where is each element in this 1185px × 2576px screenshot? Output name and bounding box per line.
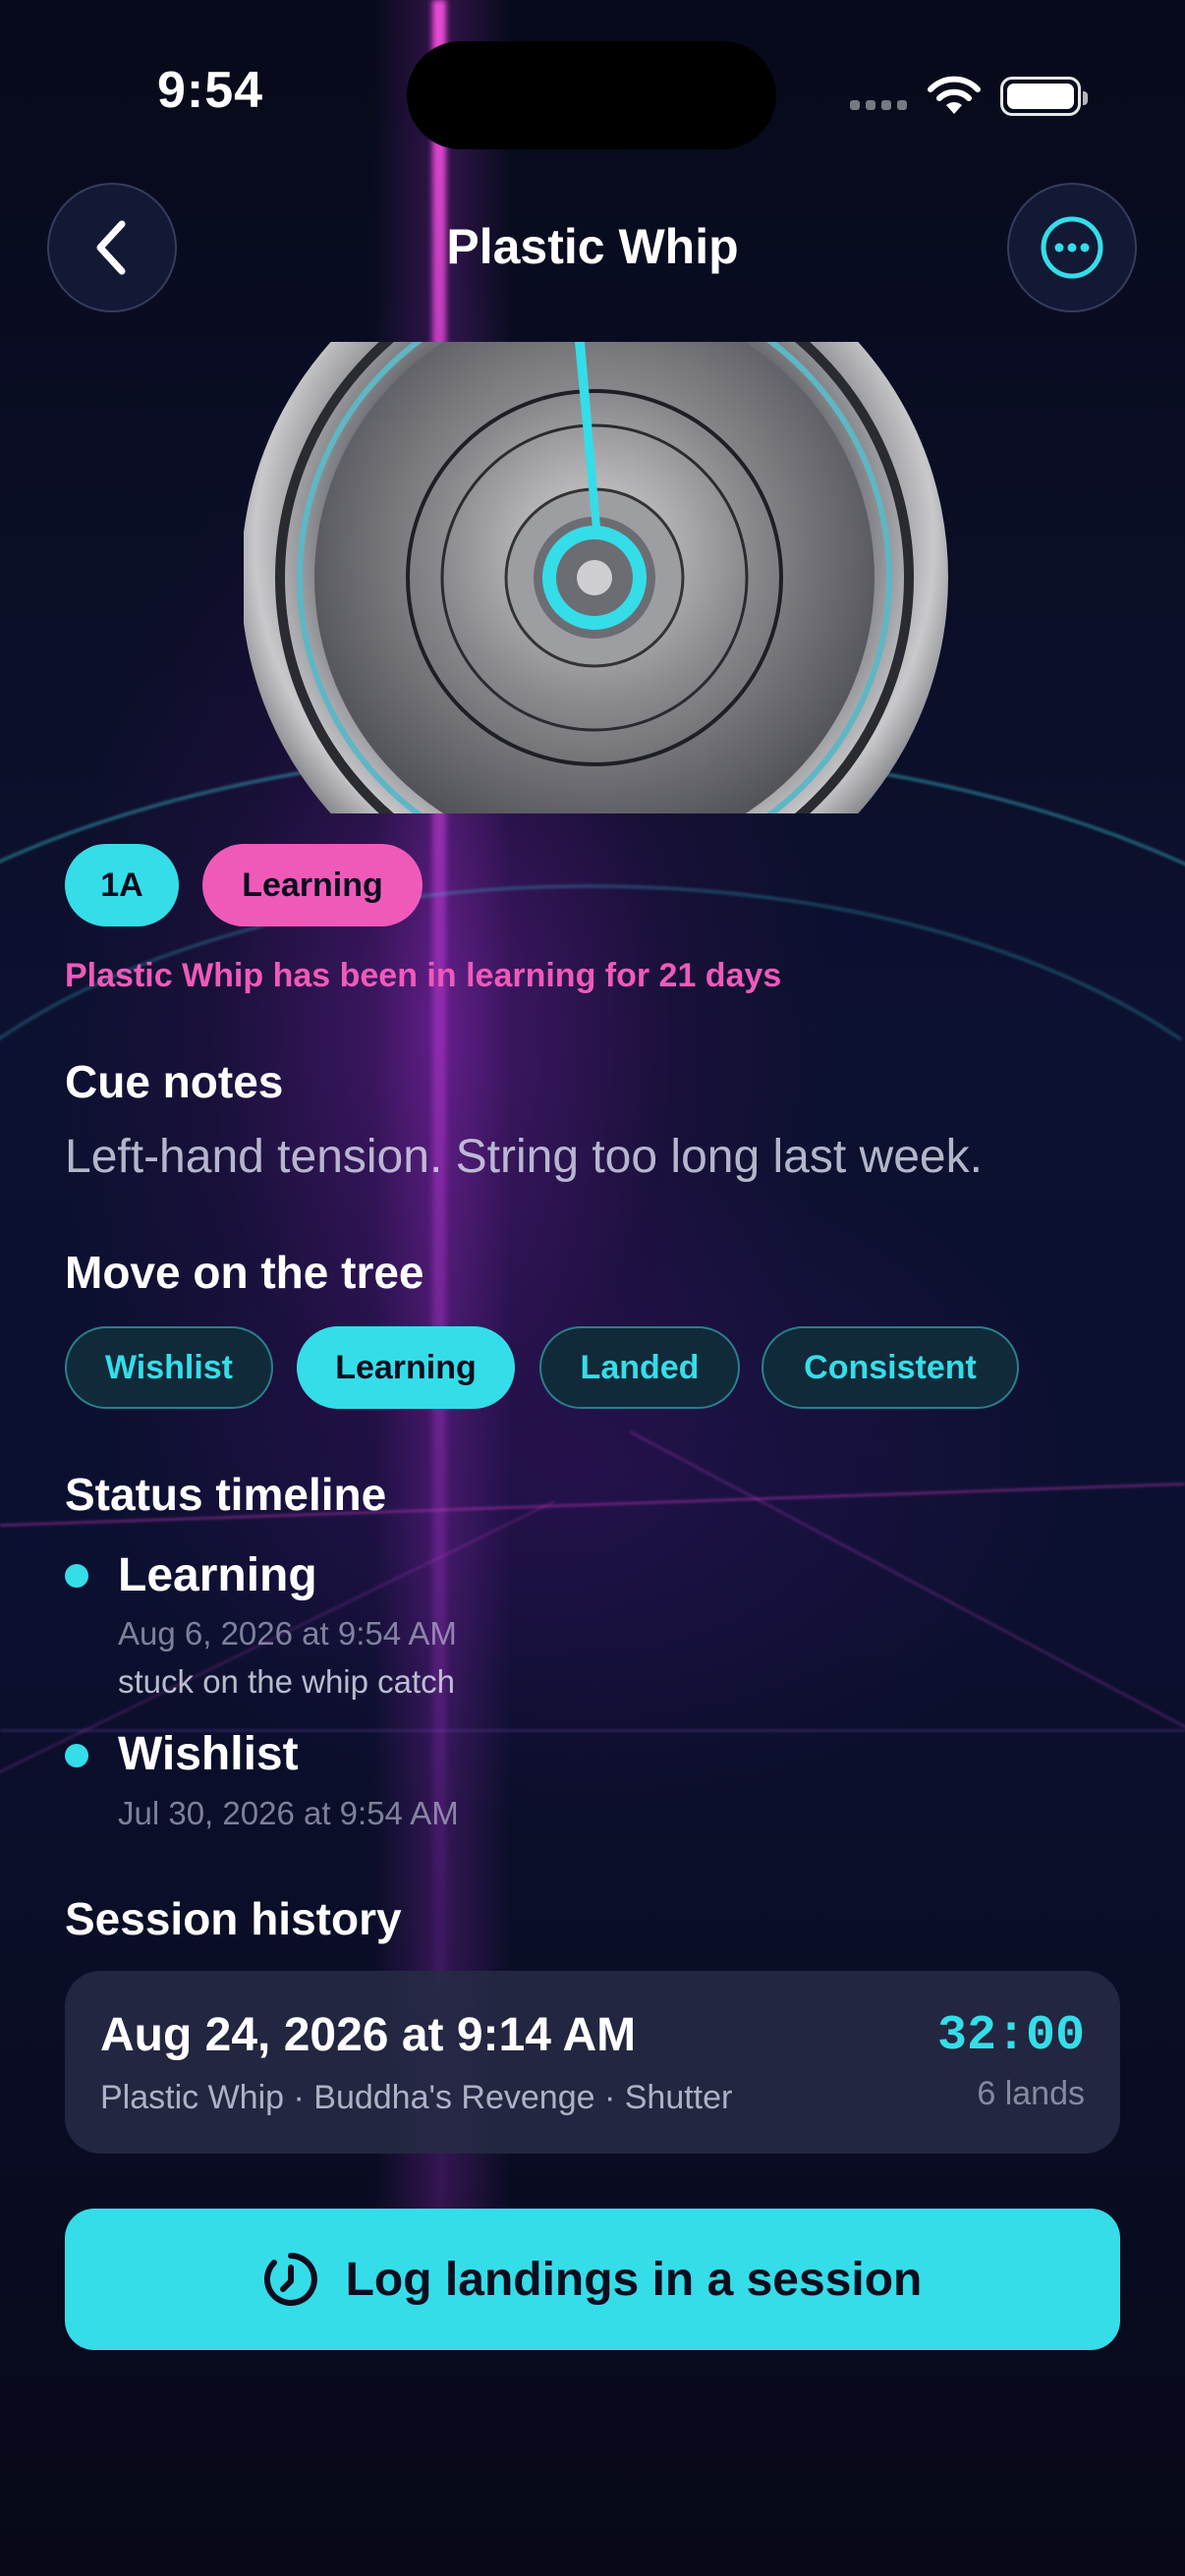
ellipsis-circle-icon (1041, 216, 1103, 279)
timeline-date: Aug 6, 2026 at 9:54 AM (118, 1615, 457, 1652)
more-options-button[interactable] (1007, 183, 1137, 312)
timeline-status: Wishlist (118, 1728, 299, 1780)
timeline-date: Jul 30, 2026 at 9:54 AM (118, 1795, 459, 1831)
cellular-signal-icon (850, 100, 907, 110)
session-date: Aug 24, 2026 at 9:14 AM (100, 2009, 637, 2061)
learning-duration-text: Plastic Whip has been in learning for 21… (65, 957, 782, 994)
session-tricks: Plastic Whip · Buddha's Revenge · Shutte… (100, 2079, 733, 2116)
trick-hero-image (244, 342, 949, 813)
log-landings-label: Log landings in a session (345, 2253, 923, 2306)
session-lands-count: 6 lands (977, 2075, 1085, 2112)
timeline-dot (65, 1744, 88, 1767)
status-timeline-heading: Status timeline (65, 1469, 387, 1520)
timeline-note: stuck on the whip catch (118, 1663, 456, 1700)
wifi-icon (928, 76, 981, 114)
timeline-status: Learning (118, 1549, 317, 1601)
log-landings-button[interactable]: Log landings in a session (65, 2209, 1120, 2350)
timeline-dot (65, 1564, 88, 1588)
session-history-heading: Session history (65, 1893, 402, 1944)
battery-icon (1000, 77, 1088, 116)
style-tag-badge: 1A (65, 844, 179, 926)
cue-notes-text: Left-hand tension. String too long last … (65, 1131, 983, 1183)
status-time: 9:54 (157, 62, 264, 119)
move-on-tree-heading: Move on the tree (65, 1247, 424, 1298)
status-badge: Learning (202, 844, 423, 926)
tree-option-consistent[interactable]: Consistent (762, 1326, 1019, 1409)
session-duration: 32:00 (936, 2008, 1085, 2064)
tree-option-landed[interactable]: Landed (539, 1326, 740, 1409)
dynamic-island (407, 41, 776, 149)
tree-option-learning[interactable]: Learning (297, 1326, 515, 1409)
tree-option-wishlist[interactable]: Wishlist (65, 1326, 273, 1409)
timer-icon (263, 2253, 317, 2306)
cue-notes-heading: Cue notes (65, 1056, 284, 1107)
session-card[interactable]: Aug 24, 2026 at 9:14 AM Plastic Whip · B… (65, 1971, 1120, 2154)
